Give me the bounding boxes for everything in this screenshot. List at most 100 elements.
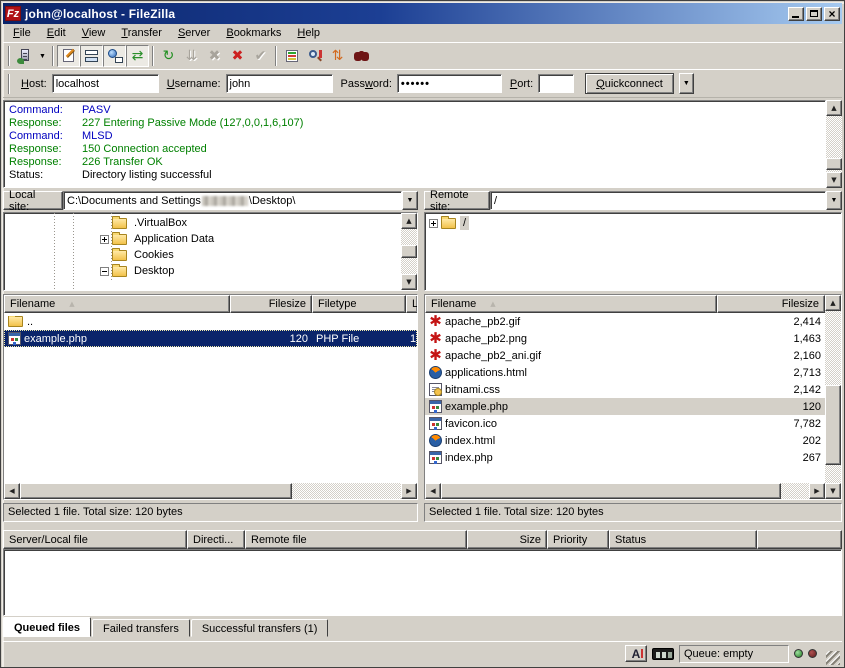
scroll-left-button[interactable]: ◀ (425, 483, 441, 499)
scroll-up-button[interactable]: ▲ (401, 213, 417, 229)
username-input[interactable]: john (226, 74, 333, 93)
file-row[interactable]: .. (4, 313, 417, 330)
minimize-button[interactable] (788, 7, 804, 21)
column-header-filename[interactable]: Filename▲ (4, 295, 230, 313)
file-row[interactable]: example.php120 (425, 398, 825, 415)
site-manager-button[interactable] (13, 45, 36, 67)
scroll-right-button[interactable]: ▶ (401, 483, 417, 499)
log-line-text: PASV (82, 104, 111, 117)
menu-item-server[interactable]: Server (170, 25, 218, 41)
queue-column-status[interactable]: Status (609, 530, 757, 549)
speed-limit-indicator-icon[interactable] (652, 648, 674, 660)
tree-item-desktop[interactable]: Desktop (4, 263, 401, 279)
queue-column-label: Size (520, 534, 541, 546)
remote-site-dropdown-button[interactable]: ▼ (826, 191, 842, 210)
scroll-down-button[interactable]: ▼ (826, 172, 842, 188)
toggle-transfer-queue-button[interactable]: ⇄ (126, 45, 149, 67)
tree-item--[interactable]: / (425, 215, 841, 231)
message-log-scrollbar[interactable]: ▲ ▼ (826, 100, 842, 188)
queue-column-server-local-file[interactable]: Server/Local file (3, 530, 187, 549)
local-site-path[interactable]: C:\Documents and Settings\Desktop\ (63, 191, 402, 210)
column-header-filetype[interactable]: Filetype (312, 295, 406, 313)
scroll-right-button[interactable]: ▶ (809, 483, 825, 499)
column-header-l[interactable]: L (406, 295, 417, 313)
collapse-icon[interactable] (100, 267, 109, 276)
column-header-filesize[interactable]: Filesize (717, 295, 825, 313)
maximize-button[interactable] (806, 7, 822, 21)
queue-column-priority[interactable]: Priority (547, 530, 609, 549)
scroll-down-button[interactable]: ▼ (401, 274, 417, 290)
menu-item-file[interactable]: File (5, 25, 39, 41)
tree-item-application-data[interactable]: Application Data (4, 231, 401, 247)
remote-list-scrollbar[interactable]: ▲ ▼ (825, 295, 841, 499)
queue-column-size[interactable]: Size (467, 530, 547, 549)
disconnect-button[interactable]: ✖ (226, 45, 249, 67)
toolbar-separator (8, 46, 10, 66)
scroll-thumb[interactable] (20, 483, 292, 499)
tree-item--virtualbox[interactable]: .VirtualBox (4, 215, 401, 231)
menu-bar: FileEditViewTransferServerBookmarksHelp (3, 24, 842, 42)
cancel-button[interactable]: ✖ (203, 45, 226, 67)
remote-site-combo[interactable]: / ▼ (490, 191, 842, 210)
tab-successful-transfers-1-[interactable]: Successful transfers (1) (191, 619, 329, 637)
queue-column-remote-file[interactable]: Remote file (245, 530, 467, 549)
local-list-hscrollbar[interactable]: ◀ ▶ (4, 483, 417, 499)
tab-queued-files[interactable]: Queued files (3, 617, 91, 637)
reconnect-button[interactable]: ✔ (249, 45, 272, 67)
port-input[interactable] (538, 74, 574, 93)
site-manager-dropdown-button[interactable]: ▼ (36, 45, 49, 67)
remote-list-hscrollbar[interactable]: ◀ ▶ (425, 483, 825, 499)
column-header-filename[interactable]: Filename▲ (425, 295, 717, 313)
quickconnect-button[interactable]: Quickconnect (585, 73, 674, 94)
queue-column-directi-[interactable]: Directi... (187, 530, 245, 549)
menu-item-edit[interactable]: Edit (39, 25, 74, 41)
scroll-thumb[interactable] (825, 385, 841, 465)
remote-pane: Remote site: / ▼ / Filename▲Filesize ✱ap… (424, 191, 842, 522)
file-row[interactable]: ✱apache_pb2.png1,463 (425, 330, 825, 347)
scroll-up-button[interactable]: ▲ (825, 295, 841, 311)
expand-icon[interactable] (429, 219, 438, 228)
file-row[interactable]: ✱apache_pb2.gif2,414 (425, 313, 825, 330)
file-row[interactable]: applications.html2,713 (425, 364, 825, 381)
file-row[interactable]: ✱apache_pb2_ani.gif2,160 (425, 347, 825, 364)
host-input[interactable]: localhost (52, 74, 159, 93)
local-site-dropdown-button[interactable]: ▼ (402, 191, 418, 210)
find-button[interactable] (349, 45, 372, 67)
menu-item-help[interactable]: Help (289, 25, 328, 41)
quickconnect-dropdown-button[interactable]: ▼ (679, 73, 694, 94)
resize-grip[interactable] (826, 651, 840, 665)
filter-button[interactable] (280, 45, 303, 67)
local-tree-scrollbar[interactable]: ▲ ▼ (401, 213, 417, 290)
expand-icon[interactable] (100, 235, 109, 244)
file-row[interactable]: index.html202 (425, 432, 825, 449)
scroll-down-button[interactable]: ▼ (825, 483, 841, 499)
menu-item-view[interactable]: View (74, 25, 114, 41)
toggle-message-log-button[interactable] (57, 45, 80, 67)
file-row[interactable]: example.php120PHP File1 (4, 330, 417, 347)
scroll-up-button[interactable]: ▲ (826, 100, 842, 116)
remote-site-path[interactable]: / (490, 191, 826, 210)
tree-item-cookies[interactable]: Cookies (4, 247, 401, 263)
scroll-thumb[interactable] (441, 483, 781, 499)
sync-browsing-button[interactable]: ⇅ (326, 45, 349, 67)
password-input[interactable]: •••••• (397, 74, 502, 93)
toggle-local-tree-button[interactable] (80, 45, 103, 67)
file-row[interactable]: index.php267 (425, 449, 825, 466)
file-row[interactable]: bitnami.css2,142 (425, 381, 825, 398)
close-button[interactable]: × (824, 7, 840, 21)
compare-button[interactable] (303, 45, 326, 67)
transfer-queue-list[interactable] (3, 549, 842, 616)
refresh-button[interactable]: ↻ (157, 45, 180, 67)
tab-failed-transfers[interactable]: Failed transfers (92, 619, 190, 637)
file-row[interactable]: favicon.ico7,782 (425, 415, 825, 432)
scroll-thumb[interactable] (401, 245, 417, 258)
local-site-combo[interactable]: C:\Documents and Settings\Desktop\ ▼ (63, 191, 418, 210)
process-queue-button[interactable]: ⇊ (180, 45, 203, 67)
menu-item-bookmarks[interactable]: Bookmarks (218, 25, 289, 41)
data-type-indicator-icon[interactable]: A (625, 645, 647, 662)
column-header-filesize[interactable]: Filesize (230, 295, 312, 313)
menu-item-transfer[interactable]: Transfer (113, 25, 170, 41)
scroll-thumb[interactable] (826, 158, 842, 170)
scroll-left-button[interactable]: ◀ (4, 483, 20, 499)
toggle-remote-tree-button[interactable] (103, 45, 126, 67)
